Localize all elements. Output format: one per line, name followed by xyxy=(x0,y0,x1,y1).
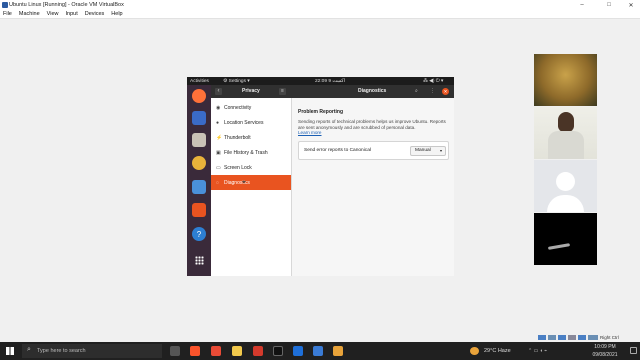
sidebar-item-connectivity[interactable]: ◉ Connectivity xyxy=(211,100,291,115)
diagnostics-icon: ◌ xyxy=(216,179,219,186)
maximize-button[interactable]: □ xyxy=(600,0,618,10)
system-tray[interactable]: ⁂ ◀) ⏻ ▾ xyxy=(423,78,443,84)
taskbar-time[interactable]: 10:09 PM xyxy=(585,344,625,350)
send-reports-label: Send error reports to Canonical xyxy=(304,148,371,153)
windows-start-icon[interactable] xyxy=(6,347,14,355)
virtualbox-icon xyxy=(2,2,8,8)
vbox-status-bar: Right Ctrl xyxy=(538,333,640,341)
menu-help[interactable]: Help xyxy=(111,11,122,17)
webcam-tile-2 xyxy=(534,107,597,159)
location-icon: ● xyxy=(216,119,220,126)
files-icon[interactable] xyxy=(192,133,206,147)
file-history-icon: ▣ xyxy=(216,149,221,156)
search-placeholder: Type here to search xyxy=(37,348,86,354)
ubuntu-dock: ? xyxy=(187,85,211,276)
panel-title: Diagnostics xyxy=(358,88,387,94)
sidebar-item-label: Connectivity xyxy=(224,104,252,111)
menu-file[interactable]: File xyxy=(3,11,12,17)
minimize-button[interactable]: – xyxy=(573,0,591,10)
vm-display[interactable]: Activities ⚙ Settings ▾ 22:09 9 اكست ⁂ ◀… xyxy=(187,77,454,276)
sidebar-item-diagnostics[interactable]: ◌ Diagnostics xyxy=(211,175,291,190)
privacy-sidebar: ◉ Connectivity ● Location Services ⚡ Thu… xyxy=(211,98,291,276)
rhythmbox-icon[interactable] xyxy=(192,156,206,170)
sidebar-item-file-history-trash[interactable]: ▣ File History & Trash xyxy=(211,145,291,160)
default-avatar-body xyxy=(547,195,584,212)
app-grid-icon[interactable] xyxy=(195,256,204,265)
app-icon-blue[interactable] xyxy=(293,346,303,356)
task-view-icon[interactable] xyxy=(170,346,180,356)
weather-text[interactable]: 29°C Haze xyxy=(484,348,511,354)
device-status-icons[interactable] xyxy=(538,334,598,340)
webcam-tile-4 xyxy=(534,213,597,265)
learn-more-link[interactable]: Learn more xyxy=(298,130,322,135)
host-menu-bar: File Machine View Input Devices Help xyxy=(0,10,640,19)
clock[interactable]: 22:09 9 اكست xyxy=(315,79,345,84)
send-reports-dropdown[interactable]: Manual ▾ xyxy=(410,146,446,156)
menu-view[interactable]: View xyxy=(47,11,59,17)
light-streak xyxy=(547,243,571,250)
webcam-tile-3 xyxy=(534,160,597,212)
sidebar-item-label: File History & Trash xyxy=(224,149,268,156)
back-button[interactable]: ‹ xyxy=(215,88,222,95)
app-icon-orange[interactable] xyxy=(333,346,343,356)
notion-icon[interactable] xyxy=(273,346,283,356)
sidebar-title: Privacy xyxy=(242,88,260,94)
brave-icon[interactable] xyxy=(190,346,200,356)
weather-icon xyxy=(470,347,479,355)
sidebar-item-label: Screen Lock xyxy=(224,164,252,171)
thunderbird-icon[interactable] xyxy=(192,111,206,125)
menu-input[interactable]: Input xyxy=(66,11,78,17)
section-title: Problem Reporting xyxy=(298,109,344,115)
software-icon[interactable] xyxy=(192,203,206,217)
app-icon-dark-red[interactable] xyxy=(253,346,263,356)
writer-icon[interactable] xyxy=(192,180,206,194)
menu-machine[interactable]: Machine xyxy=(19,11,40,17)
firefox-icon[interactable] xyxy=(192,89,206,103)
default-avatar-icon xyxy=(556,172,575,191)
person-body xyxy=(548,131,584,159)
host-title-bar: Ubuntu Linux [Running] - Oracle VM Virtu… xyxy=(0,0,640,10)
close-icon[interactable]: ✕ xyxy=(442,88,449,95)
host-key-label: Right Ctrl xyxy=(600,334,619,340)
hamburger-button[interactable]: ≡ xyxy=(279,88,286,95)
thunderbolt-icon: ⚡ xyxy=(216,134,223,141)
webcam-tile-1 xyxy=(534,54,597,106)
help-icon[interactable]: ? xyxy=(192,227,206,241)
send-reports-value: Manual xyxy=(415,148,431,153)
menu-devices[interactable]: Devices xyxy=(85,11,105,17)
sidebar-item-screen-lock[interactable]: ▭ Screen Lock xyxy=(211,160,291,175)
system-tray-icons[interactable]: ⌃ ▭ ◖ ⌁ xyxy=(528,348,547,354)
app-menu[interactable]: ⚙ Settings ▾ xyxy=(223,79,250,84)
person-avatar xyxy=(558,112,574,132)
virtualbox-taskbar-icon[interactable] xyxy=(313,346,323,356)
gnome-top-bar: Activities ⚙ Settings ▾ 22:09 9 اكست ⁂ ◀… xyxy=(187,77,454,85)
taskbar-date[interactable]: 09/08/2021 xyxy=(585,352,625,358)
activities-button[interactable]: Activities xyxy=(190,79,209,84)
mouse-cursor-icon: ⌖ xyxy=(242,179,246,186)
notification-icon[interactable] xyxy=(630,347,637,354)
sidebar-item-label: Location Services xyxy=(224,119,264,126)
sidebar-item-label: Thunderbolt xyxy=(224,134,251,141)
connectivity-icon: ◉ xyxy=(216,104,221,111)
more-icon[interactable]: ⋮ xyxy=(430,88,435,94)
windows-taskbar: ⌕ Type here to search 29°C Haze ⌃ ▭ ◖ ⌁ … xyxy=(0,342,640,360)
screen-lock-icon: ▭ xyxy=(216,164,221,171)
settings-header-bar: ‹ Privacy ≡ Diagnostics ⌕ ⋮ ✕ xyxy=(211,85,454,98)
host-window-title: Ubuntu Linux [Running] - Oracle VM Virtu… xyxy=(9,2,124,8)
chevron-down-icon: ▾ xyxy=(439,148,442,153)
search-icon[interactable]: ⌕ xyxy=(415,88,418,94)
search-icon: ⌕ xyxy=(27,346,31,353)
close-button[interactable]: ✕ xyxy=(622,0,640,10)
file-explorer-icon[interactable] xyxy=(232,346,242,356)
taskbar-search-box[interactable]: ⌕ Type here to search xyxy=(22,344,162,358)
sidebar-item-thunderbolt[interactable]: ⚡ Thunderbolt xyxy=(211,130,291,145)
app-icon-red[interactable] xyxy=(211,346,221,356)
diagnostics-panel: Problem Reporting Sending reports of tec… xyxy=(291,98,454,276)
sidebar-item-location-services[interactable]: ● Location Services xyxy=(211,115,291,130)
send-reports-row: Send error reports to Canonical Manual ▾ xyxy=(298,141,449,160)
